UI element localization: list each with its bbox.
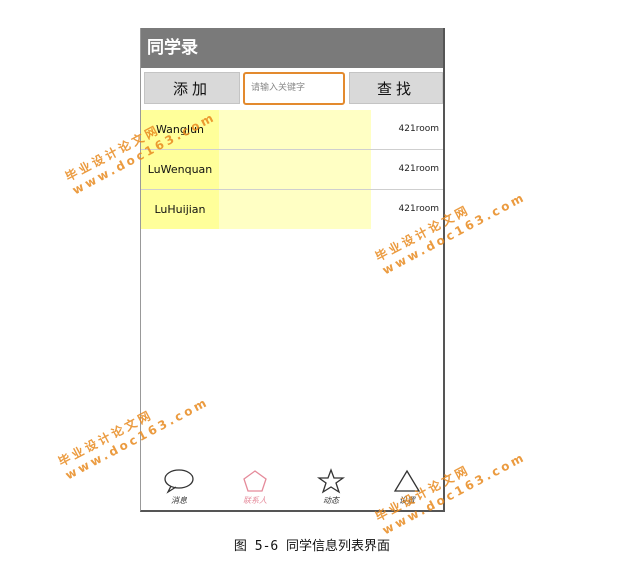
contact-name: LuWenquan — [141, 150, 219, 189]
row-highlight — [219, 110, 371, 149]
add-button[interactable]: 添加 — [144, 72, 240, 104]
tab-label: 联系人 — [243, 496, 267, 505]
list-item[interactable]: LuWenquan 421room — [141, 150, 443, 190]
find-button[interactable]: 查找 — [349, 72, 443, 104]
row-highlight — [219, 150, 371, 189]
chat-bubble-icon — [164, 469, 194, 494]
figure-caption: 图 5-6 同学信息列表界面 — [233, 539, 391, 554]
app-title-bar: 同学录 — [141, 28, 443, 68]
app-title: 同学录 — [147, 38, 198, 58]
contact-name: WangJun — [141, 110, 219, 149]
contact-room: 421room — [398, 164, 439, 174]
tab-contacts[interactable]: 联系人 — [225, 468, 285, 506]
triangle-icon — [393, 469, 421, 492]
bottom-tab-bar: 消息 联系人 动态 设置 — [141, 468, 443, 508]
list-item[interactable]: LuHuijian 421room — [141, 190, 443, 229]
tab-label: 消息 — [171, 496, 187, 505]
contact-list: WangJun 421room LuWenquan 421room LuHuij… — [141, 110, 443, 229]
contact-room: 421room — [398, 124, 439, 134]
contact-name: LuHuijian — [141, 190, 219, 229]
search-input[interactable]: 请输入关键字 — [243, 72, 345, 105]
row-highlight — [219, 190, 371, 229]
tab-settings[interactable]: 设置 — [377, 468, 437, 506]
tab-label: 动态 — [323, 496, 339, 505]
tab-moments[interactable]: 动态 — [301, 468, 361, 506]
star-icon — [316, 468, 346, 494]
phone-screen: 同学录 添加 请输入关键字 查找 WangJun 421room LuWenqu… — [140, 28, 445, 512]
pentagon-icon — [243, 470, 267, 492]
tab-messages[interactable]: 消息 — [149, 468, 209, 506]
toolbar: 添加 请输入关键字 查找 — [141, 70, 443, 108]
contact-room: 421room — [398, 204, 439, 214]
tab-label: 设置 — [399, 496, 415, 505]
list-item[interactable]: WangJun 421room — [141, 110, 443, 150]
